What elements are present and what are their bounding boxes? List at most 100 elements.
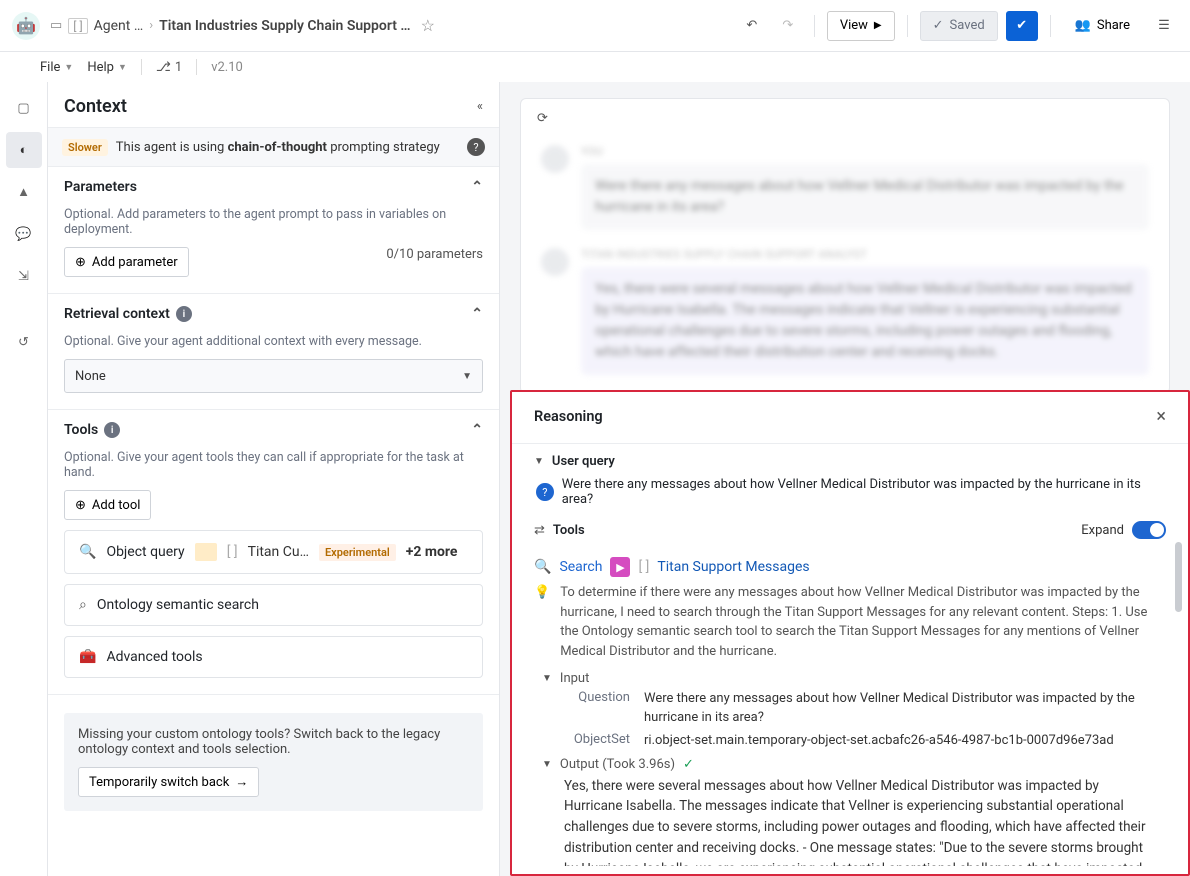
folder-icon: ▭	[50, 18, 62, 33]
output-header[interactable]: ▼ Output (Took 3.96s) ✓	[542, 757, 1152, 772]
tools-label: Tools	[553, 523, 585, 538]
parameters-header[interactable]: Parameters ⌃	[48, 167, 499, 207]
tool-object-query[interactable]: 🔍 Object query [ ] Titan Cu… Experimenta…	[64, 530, 483, 574]
parameter-count: 0/10 parameters	[386, 247, 483, 262]
switch-back-button[interactable]: Temporarily switch back→	[78, 767, 259, 797]
caret-down-icon: ▼	[542, 673, 552, 684]
rail-item-history[interactable]: ↺	[6, 324, 42, 360]
caret-down-icon: ▼	[542, 759, 552, 770]
close-icon[interactable]: ×	[1156, 406, 1166, 427]
add-tool-label: Add tool	[92, 498, 140, 513]
user-query-text: Were there any messages about how Vellne…	[562, 477, 1166, 507]
tool-label: Object query	[106, 544, 184, 560]
check-icon: ✓	[933, 18, 944, 33]
expand-toggle[interactable]	[1132, 521, 1166, 539]
breadcrumb-agent[interactable]: Agent …	[94, 18, 144, 34]
context-sidebar: Context « Slower This agent is using cha…	[48, 82, 500, 876]
tool-name: Titan Cu…	[248, 544, 309, 560]
tool-advanced[interactable]: 🧰 Advanced tools	[64, 636, 483, 678]
breadcrumb-namespace[interactable]: [ ]	[68, 18, 87, 34]
question-icon: ?	[536, 483, 554, 501]
info-icon[interactable]: i	[104, 422, 120, 438]
people-icon: 👥	[1075, 18, 1091, 33]
rail-item-chat[interactable]: 💬	[6, 216, 42, 252]
check-icon: ✓	[683, 757, 694, 772]
add-tool-button[interactable]: ⊕ Add tool	[64, 490, 151, 520]
reasoning-thought: To determine if there were any messages …	[560, 583, 1152, 661]
user-avatar	[541, 145, 569, 173]
chat-user-message: Were there any messages about how Vellne…	[581, 164, 1149, 230]
tools-header[interactable]: Tools i ⌃	[48, 410, 499, 450]
reasoning-panel: Reasoning × ▼ User query ? Were there an…	[510, 390, 1190, 876]
rail-item-data[interactable]: ▲	[6, 174, 42, 210]
favorite-star-icon[interactable]: ☆	[421, 16, 435, 35]
banner-text: This agent is using chain-of-thought pro…	[116, 140, 440, 155]
context-title: Context	[64, 96, 127, 117]
divider	[907, 15, 908, 37]
publish-button[interactable]: ✔	[1006, 11, 1038, 41]
file-label: File	[40, 60, 60, 75]
sub-menu-bar: File▼ Help▼ ⎇1 v2.10	[40, 52, 1190, 82]
chat-user-name: YOU	[581, 145, 1149, 158]
tag-icon	[195, 543, 217, 561]
plus-circle-icon: ⊕	[75, 498, 86, 513]
breadcrumb: ▭ [ ] Agent … › Titan Industries Supply …	[50, 16, 435, 35]
left-rail: ▢ ◐ ▲ 💬 ⇲ ↺	[0, 82, 48, 876]
undo-icon[interactable]: ↶	[738, 12, 766, 40]
fork-icon: ⎇	[156, 60, 171, 75]
fork-count[interactable]: ⎇1	[156, 60, 182, 75]
rail-item-context[interactable]: ◐	[6, 132, 42, 168]
divider	[814, 15, 815, 37]
chat-agent-message: Yes, there were several messages about h…	[581, 267, 1149, 375]
retrieval-header[interactable]: Retrieval context i ⌃	[48, 294, 499, 334]
view-button[interactable]: View▶	[827, 11, 895, 41]
lightbulb-icon: 💡	[534, 583, 550, 661]
slower-badge: Slower	[62, 139, 108, 156]
scrollbar[interactable]	[1175, 542, 1182, 612]
retrieval-selected: None	[75, 369, 106, 384]
share-label: Share	[1097, 18, 1130, 33]
search-label: Search	[559, 559, 602, 575]
breadcrumb-sep-icon: ›	[149, 18, 153, 33]
input-header[interactable]: ▼ Input	[542, 671, 1152, 686]
question-key: Question	[558, 690, 630, 728]
shield-check-icon: ✔	[1016, 18, 1027, 33]
file-menu[interactable]: File▼	[40, 60, 73, 75]
info-icon[interactable]: i	[176, 306, 192, 322]
list-icon[interactable]: ☰	[1150, 12, 1178, 40]
tool-label: Advanced tools	[106, 649, 202, 665]
refresh-icon[interactable]: ⟳	[537, 111, 548, 126]
input-label: Input	[560, 671, 589, 686]
legacy-text: Missing your custom ontology tools? Swit…	[78, 727, 469, 757]
reasoning-title: Reasoning	[534, 408, 603, 425]
help-icon[interactable]: ?	[467, 138, 485, 156]
tool-search-line[interactable]: 🔍 Search ▶ [ ] Titan Support Messages	[534, 557, 1152, 577]
collapse-left-icon[interactable]: «	[477, 99, 483, 114]
output-label: Output (Took 3.96s)	[560, 757, 675, 772]
saved-label: Saved	[950, 18, 985, 33]
retrieval-select[interactable]: None ▼	[64, 359, 483, 393]
help-menu[interactable]: Help▼	[87, 60, 127, 75]
parameters-hint: Optional. Add parameters to the agent pr…	[64, 207, 483, 237]
parameters-title: Parameters	[64, 179, 137, 195]
agent-logo-icon: 🤖	[12, 12, 40, 40]
version-label: v2.10	[211, 60, 243, 75]
chevron-down-icon: ▼	[462, 371, 472, 382]
rail-item-export[interactable]: ⇲	[6, 258, 42, 294]
add-parameter-button[interactable]: ⊕Add parameter	[64, 247, 189, 277]
share-button[interactable]: 👥 Share	[1063, 11, 1142, 41]
tool-ontology-search[interactable]: ⌕ Ontology semantic search	[64, 584, 483, 626]
expand-label: Expand	[1081, 523, 1124, 538]
banner-bold: chain-of-thought	[228, 140, 327, 155]
banner-pre: This agent is using	[116, 140, 228, 155]
redo-icon[interactable]: ↷	[774, 12, 802, 40]
tool-namespace: [ ]	[227, 544, 238, 560]
top-bar: 🤖 ▭ [ ] Agent … › Titan Industries Suppl…	[0, 0, 1190, 52]
user-query-header[interactable]: ▼ User query	[534, 454, 1166, 469]
rail-item-overview[interactable]: ▢	[6, 90, 42, 126]
tools-header-row[interactable]: ⇄ Tools Expand	[534, 521, 1166, 539]
ontology-icon: ⌕	[79, 597, 87, 613]
chevron-up-icon: ⌃	[471, 179, 483, 195]
strategy-banner: Slower This agent is using chain-of-thou…	[48, 127, 499, 167]
breadcrumb-title[interactable]: Titan Industries Supply Chain Support …	[159, 18, 410, 34]
